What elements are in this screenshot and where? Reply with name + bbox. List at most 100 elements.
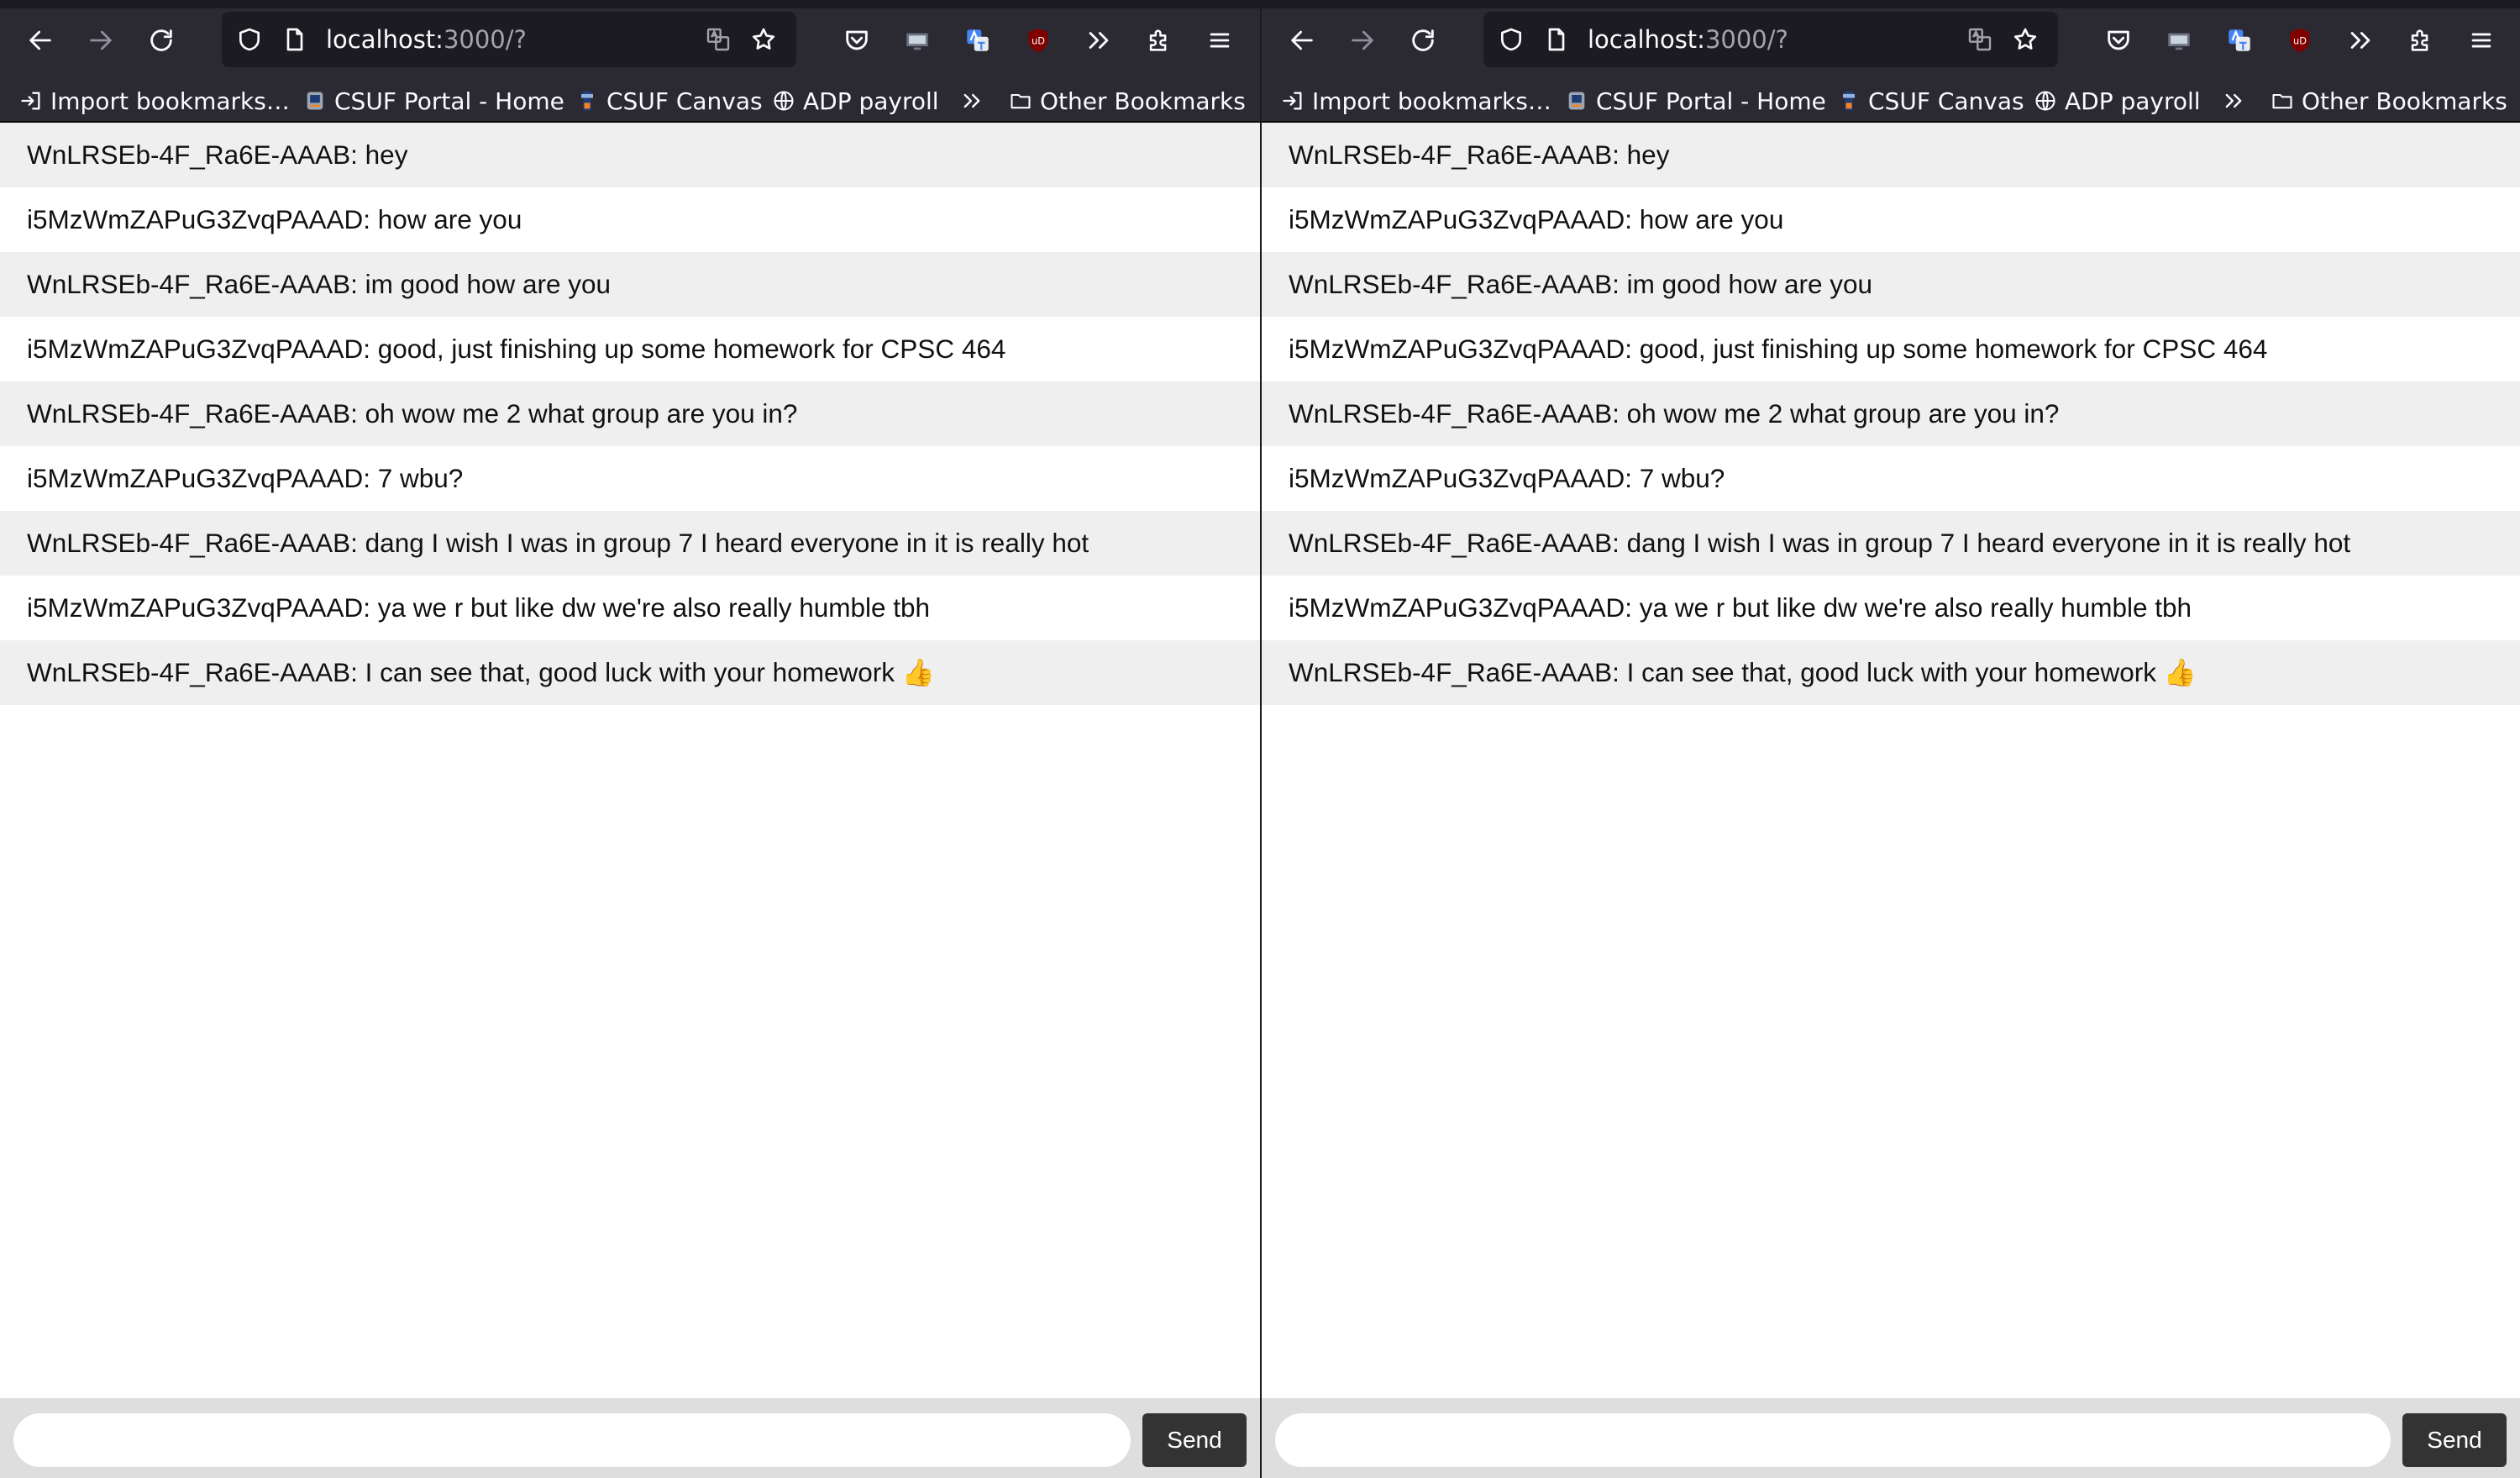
pocket-icon — [2108, 30, 2129, 50]
browser-toolbar: localhost:3000/? uD — [1262, 0, 2520, 79]
url-bar[interactable]: localhost:3000/? — [222, 12, 796, 67]
bookmark-csuf-canvas[interactable]: CSUF Canvas — [1836, 79, 2024, 123]
double-chevron-icon — [2221, 88, 2246, 113]
message-list: WnLRSEb-4F_Ra6E-AAAB: hey i5MzWmZAPuG3Zv… — [0, 123, 1260, 705]
page-info-icon[interactable] — [279, 24, 311, 55]
chat-form: Send — [0, 1398, 1260, 1478]
app-menu-button[interactable] — [1196, 17, 1243, 64]
globe-icon — [771, 88, 796, 113]
bookmarks-overflow-button[interactable] — [959, 79, 991, 123]
double-chevron-icon — [959, 88, 984, 113]
pocket-button[interactable] — [833, 17, 880, 64]
message-item: i5MzWmZAPuG3ZvqPAAAD: how are you — [1289, 204, 1784, 234]
bookmark-label: Import bookmarks… — [50, 87, 290, 115]
globe-icon — [2033, 88, 2058, 113]
overflow-chevron-button[interactable] — [2337, 17, 2384, 64]
ublock-origin-icon: uD — [2290, 28, 2310, 53]
reload-button[interactable] — [138, 17, 185, 64]
message-item: WnLRSEb-4F_Ra6E-AAAB: oh wow me 2 what g… — [1262, 381, 2520, 446]
import-icon — [1280, 88, 1305, 113]
url-path: 3000/? — [443, 25, 527, 54]
browser-window-right: localhost:3000/? uD Import bookmarks… CS… — [1262, 0, 2520, 1478]
pocket-button[interactable] — [2095, 17, 2142, 64]
reload-button[interactable] — [1399, 17, 1446, 64]
bookmark-label: ADP payroll — [2065, 87, 2201, 115]
hamburger-menu-icon — [2471, 33, 2491, 48]
pocket-icon — [846, 30, 868, 50]
message-item: WnLRSEb-4F_Ra6E-AAAB: dang I wish I was … — [0, 511, 1260, 576]
bookmark-other-bookmarks[interactable]: Other Bookmarks — [2270, 79, 2507, 123]
bookmark-other-bookmarks[interactable]: Other Bookmarks — [1008, 79, 1246, 123]
bookmark-import[interactable]: Import bookmarks… — [1280, 79, 1551, 123]
message-input[interactable] — [1275, 1413, 2391, 1467]
page-info-icon[interactable] — [1541, 24, 1572, 55]
bookmark-csuf-portal[interactable]: CSUF Portal - Home — [1564, 79, 1826, 123]
ublock-button[interactable]: uD — [2276, 17, 2323, 64]
screen-capture-icon — [906, 33, 928, 50]
bookmark-adp-payroll[interactable]: ADP payroll — [2033, 79, 2201, 123]
bookmark-csuf-portal[interactable]: CSUF Portal - Home — [302, 79, 564, 123]
translate-icon[interactable] — [1964, 24, 1996, 55]
extensions-button[interactable] — [1136, 17, 1183, 64]
bookmark-label: Other Bookmarks — [2302, 87, 2507, 115]
title-strip — [1262, 0, 2520, 8]
bookmark-label: ADP payroll — [803, 87, 939, 115]
bookmark-star-icon[interactable] — [2009, 24, 2041, 55]
extension-screen-button[interactable] — [894, 17, 941, 64]
message-item: WnLRSEb-4F_Ra6E-AAAB: oh wow me 2 what g… — [0, 381, 1260, 446]
bookmark-label: CSUF Canvas — [1868, 87, 2024, 115]
chat-page: WnLRSEb-4F_Ra6E-AAAB: hey i5MzWmZAPuG3Zv… — [0, 123, 1260, 1478]
send-button[interactable]: Send — [2402, 1413, 2507, 1467]
screen: localhost:3000/? uD Import bookmarks… CS… — [0, 0, 2520, 1478]
translate-icon[interactable] — [702, 24, 734, 55]
back-button[interactable] — [1278, 17, 1326, 64]
send-button[interactable]: Send — [1142, 1413, 1247, 1467]
back-button[interactable] — [17, 17, 64, 64]
double-chevron-icon — [1089, 32, 1109, 49]
extension-screen-button[interactable] — [2155, 17, 2202, 64]
folder-icon — [1008, 88, 1033, 113]
bookmark-import[interactable]: Import bookmarks… — [18, 79, 290, 123]
app-menu-button[interactable] — [2458, 17, 2505, 64]
browser-window-left: localhost:3000/? uD Import bookmarks… CS… — [0, 0, 1260, 1478]
ublock-button[interactable]: uD — [1015, 17, 1062, 64]
chat-form: Send — [1262, 1398, 2520, 1478]
tracking-shield-icon[interactable] — [1495, 24, 1527, 55]
tracking-shield-icon[interactable] — [234, 24, 265, 55]
url-path: 3000/? — [1704, 25, 1788, 54]
bookmarks-overflow-button[interactable] — [2221, 79, 2253, 123]
url-bar[interactable]: localhost:3000/? — [1483, 12, 2058, 67]
message-item: WnLRSEb-4F_Ra6E-AAAB: hey — [1262, 123, 2520, 187]
message-input[interactable] — [13, 1413, 1131, 1467]
message-item: i5MzWmZAPuG3ZvqPAAAD: good, just finishi… — [27, 334, 1006, 364]
message-item: WnLRSEb-4F_Ra6E-AAAB: hey — [0, 123, 1260, 187]
ublock-origin-icon: uD — [1028, 28, 1048, 53]
back-arrow-icon — [29, 30, 51, 50]
message-item: i5MzWmZAPuG3ZvqPAAAD: ya we r but like d… — [1289, 592, 2192, 623]
translate-extension-icon — [967, 29, 989, 51]
puzzle-icon — [1149, 29, 1167, 51]
message-item: WnLRSEb-4F_Ra6E-AAAB: im good how are yo… — [0, 252, 1260, 317]
bookmark-label: CSUF Portal - Home — [334, 87, 564, 115]
bookmark-adp-payroll[interactable]: ADP payroll — [771, 79, 939, 123]
bookmark-label: Import bookmarks… — [1312, 87, 1551, 115]
url-text[interactable]: localhost:3000/? — [1588, 24, 1788, 55]
overflow-chevron-button[interactable] — [1075, 17, 1122, 64]
message-item: i5MzWmZAPuG3ZvqPAAAD: 7 wbu? — [27, 463, 464, 493]
message-item: WnLRSEb-4F_Ra6E-AAAB: im good how are yo… — [1262, 252, 2520, 317]
extension-translate-button[interactable] — [2216, 17, 2263, 64]
folder-icon — [2270, 88, 2295, 113]
forward-arrow-icon — [1352, 30, 1373, 50]
forward-button[interactable] — [1339, 17, 1386, 64]
reload-icon — [1412, 29, 1434, 51]
csuf-canvas-favicon — [1836, 88, 1861, 113]
url-text[interactable]: localhost:3000/? — [326, 24, 527, 55]
extensions-button[interactable] — [2397, 17, 2444, 64]
message-list: WnLRSEb-4F_Ra6E-AAAB: hey i5MzWmZAPuG3Zv… — [1262, 123, 2520, 705]
bookmark-csuf-canvas[interactable]: CSUF Canvas — [575, 79, 763, 123]
extension-translate-button[interactable] — [954, 17, 1001, 64]
csuf-canvas-favicon — [575, 88, 600, 113]
bookmark-star-icon[interactable] — [748, 24, 780, 55]
reload-icon — [150, 29, 172, 51]
forward-button[interactable] — [77, 17, 124, 64]
